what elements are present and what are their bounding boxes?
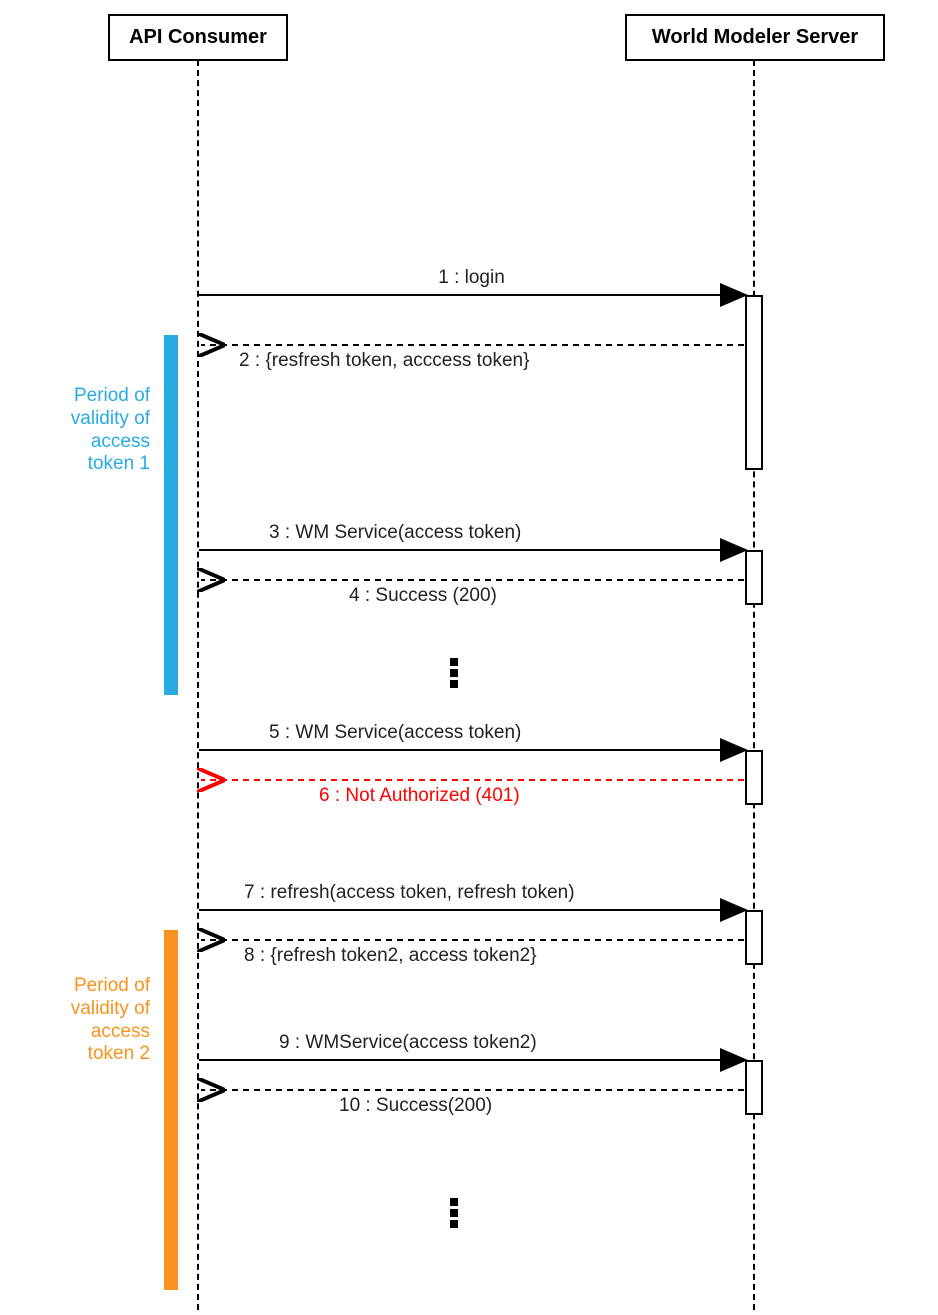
participant-server-label: World Modeler Server [652,26,858,48]
sequence-diagram: API Consumer World Modeler Server Period… [0,0,938,1315]
activation-server-2 [745,550,763,605]
lifeline-server [753,60,755,1310]
activation-server-5 [745,1060,763,1115]
ellipsis-icon [450,655,458,691]
ellipsis-icon [450,1195,458,1231]
participant-consumer-label: API Consumer [129,26,267,48]
arrows-layer [0,0,938,1315]
activation-server-1 [745,295,763,470]
lifeline-consumer [197,60,199,1310]
activation-server-4 [745,910,763,965]
activation-server-3 [745,750,763,805]
period-bar-2 [164,930,178,1290]
participant-consumer: API Consumer [108,14,288,61]
period-bar-1 [164,335,178,695]
participant-server: World Modeler Server [625,14,885,61]
period-label-1: Period of validity of access token 1 [30,385,150,476]
period-label-2: Period of validity of access token 2 [30,975,150,1066]
